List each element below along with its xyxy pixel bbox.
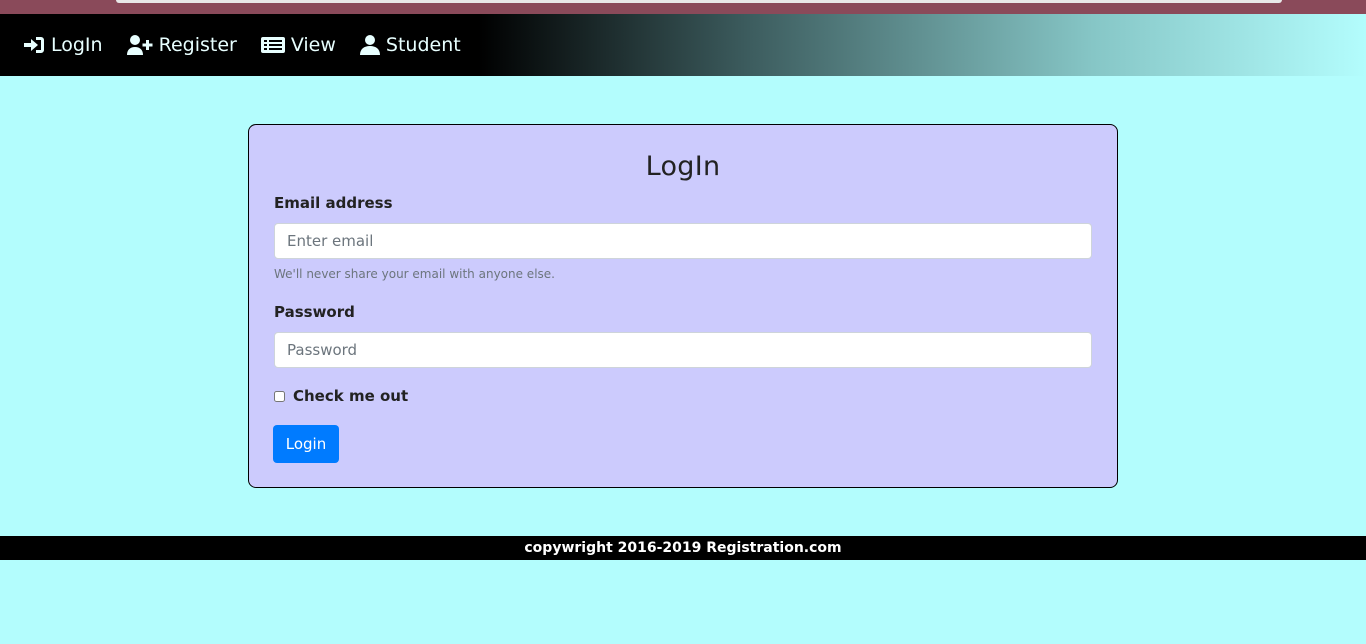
login-title: LogIn [645, 151, 721, 182]
remember-label: Check me out [293, 387, 409, 405]
nav-login-label: LogIn [51, 34, 103, 56]
nav-student[interactable]: Student [359, 34, 461, 56]
nav-register[interactable]: Register [126, 34, 237, 56]
login-card: LogIn Email address We'll never share yo… [248, 124, 1118, 488]
list-icon [260, 36, 285, 54]
email-label: Email address [274, 194, 393, 212]
remember-checkbox[interactable] [274, 390, 285, 402]
email-input[interactable] [274, 223, 1092, 259]
password-label: Password [274, 303, 355, 321]
user-icon [359, 35, 380, 55]
browser-top-strip [0, 0, 1366, 14]
nav-view[interactable]: View [260, 34, 336, 56]
browser-address-edge [116, 0, 1282, 3]
remember-row: Check me out [274, 387, 408, 405]
email-help-text: We'll never share your email with anyone… [274, 267, 555, 281]
user-plus-icon [126, 35, 153, 55]
top-navbar: LogIn Register View Student [0, 14, 1366, 76]
login-button[interactable]: Login [273, 425, 339, 463]
nav-student-label: Student [385, 34, 461, 56]
page-footer: copywright 2016-2019 Registration.com [0, 536, 1366, 560]
sign-in-icon [23, 36, 45, 54]
nav-view-label: View [290, 34, 336, 56]
nav-login[interactable]: LogIn [23, 34, 103, 56]
password-input[interactable] [274, 332, 1092, 368]
nav-register-label: Register [158, 34, 237, 56]
